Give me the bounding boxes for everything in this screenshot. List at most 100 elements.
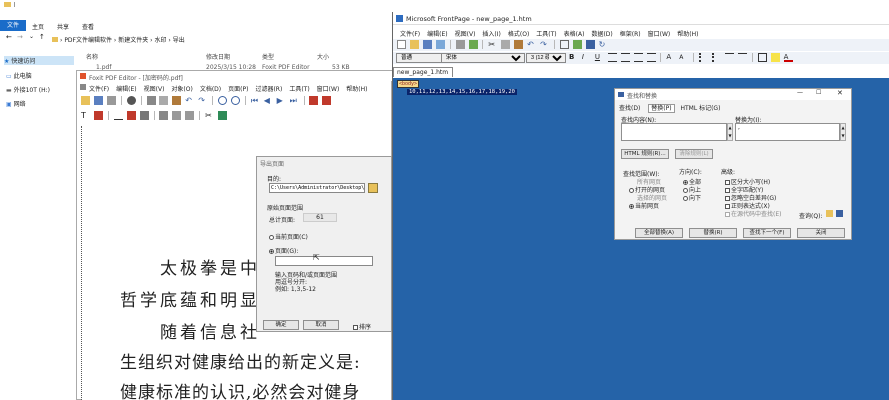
open-icon[interactable]	[409, 40, 419, 49]
replace-button[interactable]: 替换(R)	[689, 228, 737, 238]
insert-page-icon[interactable]	[309, 96, 319, 105]
align-icon[interactable]	[172, 111, 182, 120]
menu-help[interactable]: 帮助(H)	[346, 84, 367, 93]
border-icon[interactable]	[757, 53, 767, 62]
font-select[interactable]: 宋体	[441, 53, 525, 63]
scissors-icon[interactable]: ✂	[205, 111, 214, 120]
new-page-icon[interactable]	[397, 40, 406, 49]
pencil-icon[interactable]	[126, 111, 136, 120]
current-page-radio[interactable]: 当前页面(C)	[269, 232, 308, 241]
sort-checkbox[interactable]: 排序	[353, 322, 371, 331]
align-left-icon[interactable]	[607, 53, 617, 62]
menu-edit[interactable]: 编辑(E)	[427, 29, 447, 38]
target-path-input[interactable]	[269, 183, 365, 193]
refresh-icon[interactable]: ↻	[599, 40, 608, 49]
maximize-icon[interactable]: ☐	[816, 89, 821, 96]
first-page-icon[interactable]: ⏮	[251, 96, 260, 105]
menu-page[interactable]: 页面(P)	[228, 84, 248, 93]
nav-item-drive[interactable]: ▬ 外接10T (H:)	[6, 85, 50, 94]
address-bar[interactable]: ← → ⌄ ↑ › PDF文件编辑软件 › 新建文件夹 › 水印 › 导出	[0, 33, 400, 45]
scope-option[interactable]: 当前网页	[629, 201, 659, 210]
browse-folder-icon[interactable]	[368, 183, 378, 193]
redo-icon[interactable]: ↷	[540, 40, 549, 49]
next-page-icon[interactable]: ▶	[277, 96, 286, 105]
cut-icon[interactable]: ✂	[488, 40, 497, 49]
menu-window[interactable]: 窗口(W)	[648, 29, 671, 38]
increase-font-icon[interactable]: A	[666, 53, 675, 62]
menu-table[interactable]: 表格(A)	[564, 29, 585, 38]
column-type[interactable]: 类型	[262, 52, 274, 61]
distribute-icon[interactable]	[185, 111, 195, 120]
menu-file[interactable]: 文件(F)	[89, 84, 109, 93]
close-icon[interactable]: ✕	[837, 89, 843, 97]
menu-edit[interactable]: 编辑(E)	[116, 84, 136, 93]
replace-scroll[interactable]: ▲ ▼	[840, 123, 846, 141]
column-name[interactable]: 名称	[86, 52, 98, 61]
pages-input[interactable]	[275, 256, 373, 266]
decrease-indent-icon[interactable]	[724, 53, 734, 62]
info-icon[interactable]	[126, 96, 136, 105]
line-tool-icon[interactable]	[113, 111, 123, 120]
copy-icon[interactable]	[501, 40, 511, 49]
menu-window[interactable]: 窗口(W)	[317, 84, 340, 93]
spelling-icon[interactable]	[468, 40, 478, 49]
back-icon[interactable]: ←	[6, 33, 12, 41]
undo-icon[interactable]: ↶	[185, 96, 194, 105]
forward-icon[interactable]: →	[17, 33, 23, 41]
find-input[interactable]	[621, 123, 727, 141]
cut-icon[interactable]	[146, 96, 156, 105]
save-query-icon[interactable]	[836, 210, 843, 217]
align-center-icon[interactable]	[620, 53, 630, 62]
menu-file[interactable]: 文件(F)	[400, 29, 420, 38]
save-icon[interactable]	[93, 96, 103, 105]
chevron-down-icon[interactable]: ⌄	[29, 33, 34, 40]
find-scroll[interactable]: ▲ ▼	[727, 123, 733, 141]
numbering-icon[interactable]	[699, 53, 708, 62]
direction-option[interactable]: 向下	[683, 193, 701, 202]
menu-tools[interactable]: 工具(T)	[536, 29, 556, 38]
replace-all-button[interactable]: 全部替换(A)	[635, 228, 683, 238]
menu-frames[interactable]: 框架(R)	[620, 29, 641, 38]
tab-view[interactable]: 查看	[82, 22, 94, 31]
copy-icon[interactable]	[159, 96, 169, 105]
breadcrumb-item[interactable]: 导出	[173, 37, 185, 44]
highlight-icon[interactable]	[770, 53, 780, 62]
menu-view[interactable]: 视图(V)	[144, 84, 165, 93]
menu-format[interactable]: 格式(O)	[508, 29, 529, 38]
column-date[interactable]: 修改日期	[206, 52, 230, 61]
menu-filter[interactable]: 过滤器(R)	[255, 84, 282, 93]
table-icon[interactable]	[559, 40, 569, 49]
close-button[interactable]: 关闭	[797, 228, 845, 238]
cancel-button[interactable]: 取消	[303, 320, 339, 330]
find-next-button[interactable]: 查找下一个(F)	[743, 228, 791, 238]
fill-color-icon[interactable]	[218, 111, 228, 120]
up-icon[interactable]: ↑	[39, 33, 45, 41]
paste-icon[interactable]	[514, 40, 524, 49]
breadcrumb-item[interactable]: 水印	[154, 37, 166, 44]
tab-share[interactable]: 共享	[57, 22, 69, 31]
zoom-out-icon[interactable]	[230, 96, 240, 105]
menu-data[interactable]: 数据(D)	[591, 29, 612, 38]
delete-page-icon[interactable]	[322, 96, 332, 105]
nav-item-network[interactable]: ▣ 网络	[6, 99, 26, 108]
size-select[interactable]: 3 (12 磅)	[526, 53, 566, 63]
menu-help[interactable]: 帮助(H)	[677, 29, 698, 38]
justify-icon[interactable]	[646, 53, 656, 62]
file-tab[interactable]: 文件	[0, 20, 26, 31]
menu-view[interactable]: 视图(V)	[455, 29, 476, 38]
text-tool-icon[interactable]: T	[81, 111, 90, 120]
increase-indent-icon[interactable]	[737, 53, 747, 62]
last-page-icon[interactable]: ⏭	[290, 96, 299, 105]
tab-html-tags[interactable]: HTML 标记(G)	[680, 105, 720, 112]
prev-page-icon[interactable]: ◀	[264, 96, 273, 105]
nav-item-quick-access[interactable]: ★ 快速访问	[4, 56, 74, 65]
undo-icon[interactable]: ↶	[527, 40, 536, 49]
open-icon[interactable]	[81, 96, 90, 105]
column-size[interactable]: 大小	[317, 52, 329, 61]
bullets-icon[interactable]	[712, 53, 721, 62]
italic-icon[interactable]: I	[582, 53, 591, 62]
crop-icon[interactable]	[159, 111, 169, 120]
zoom-in-icon[interactable]	[218, 96, 228, 105]
underline-icon[interactable]: U	[595, 53, 604, 62]
image-tool-icon[interactable]	[139, 111, 149, 120]
